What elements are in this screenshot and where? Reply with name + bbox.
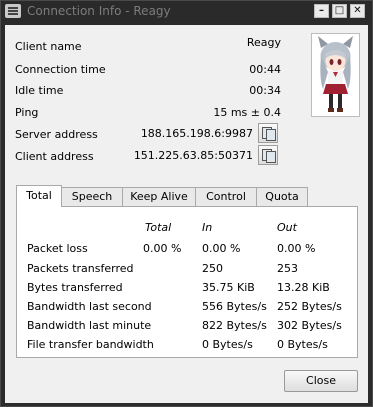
app-icon <box>5 4 21 18</box>
stat-label-packets-transferred: Packets transferred <box>27 262 134 275</box>
server-address-label: Server address <box>15 128 98 141</box>
title-bar[interactable]: Connection Info - Reagy – □ ✕ <box>1 1 372 21</box>
client-address-label: Client address <box>15 150 94 163</box>
connection-time-value: 00:44 <box>249 63 281 76</box>
minimize-button[interactable]: – <box>314 4 329 18</box>
stat-bytes-out: 13.28 KiB <box>277 281 330 294</box>
stat-label-bytes-transferred: Bytes transferred <box>27 281 123 294</box>
close-button[interactable]: Close <box>284 370 358 392</box>
stat-packet-loss-total: 0.00 % <box>143 242 182 255</box>
stat-bw-minute-out: 302 Bytes/s <box>277 319 342 332</box>
avatar-image <box>318 36 353 112</box>
copy-client-address-button[interactable] <box>258 145 278 165</box>
stat-file-transfer-in: 0 Bytes/s <box>202 338 253 351</box>
stat-label-packet-loss: Packet loss <box>27 242 88 255</box>
stat-packets-in: 250 <box>202 262 223 275</box>
server-address-value: 188.165.198.6:9987 <box>140 127 253 140</box>
stat-label-file-transfer-bandwidth: File transfer bandwidth <box>27 338 154 351</box>
tab-keep-alive[interactable]: Keep Alive <box>122 187 196 206</box>
dialog-body: Client name Reagy Connection time 00:44 … <box>5 25 368 403</box>
tab-speech[interactable]: Speech <box>61 187 123 206</box>
idle-time-value: 00:34 <box>249 84 281 97</box>
tab-quota[interactable]: Quota <box>256 187 308 206</box>
stat-file-transfer-out: 0 Bytes/s <box>277 338 328 351</box>
stat-bw-second-in: 556 Bytes/s <box>202 300 267 313</box>
stat-label-bandwidth-last-minute: Bandwidth last minute <box>27 319 152 332</box>
window-title: Connection Info - Reagy <box>27 4 171 18</box>
maximize-button[interactable]: □ <box>332 4 347 18</box>
header-total: Total <box>145 221 172 234</box>
ping-value: 15 ms ± 0.4 <box>213 106 281 119</box>
stat-packet-loss-in: 0.00 % <box>202 242 241 255</box>
tab-total[interactable]: Total <box>16 185 62 207</box>
stat-label-bandwidth-last-second: Bandwidth last second <box>27 300 152 313</box>
connection-info-window: Connection Info - Reagy – □ ✕ Client nam… <box>0 0 373 407</box>
connection-time-label: Connection time <box>15 63 106 76</box>
client-name-label: Client name <box>15 40 82 53</box>
stat-bw-second-out: 252 Bytes/s <box>277 300 342 313</box>
copy-server-address-button[interactable] <box>258 123 278 143</box>
ping-label: Ping <box>15 106 39 119</box>
header-in: In <box>202 221 213 234</box>
header-out: Out <box>277 221 297 234</box>
tab-control[interactable]: Control <box>195 187 257 206</box>
close-window-button[interactable]: ✕ <box>350 4 365 18</box>
client-name-value: Reagy <box>246 36 281 49</box>
stats-panel: Total In Out Packet loss 0.00 % 0.00 % 0… <box>16 206 358 358</box>
stat-bytes-in: 35.75 KiB <box>202 281 255 294</box>
stat-bw-minute-in: 822 Bytes/s <box>202 319 267 332</box>
client-address-value: 151.225.63.85:50371 <box>133 149 253 162</box>
stat-packets-out: 253 <box>277 262 298 275</box>
idle-time-label: Idle time <box>15 84 64 97</box>
avatar <box>311 33 360 117</box>
stat-packet-loss-out: 0.00 % <box>277 242 316 255</box>
